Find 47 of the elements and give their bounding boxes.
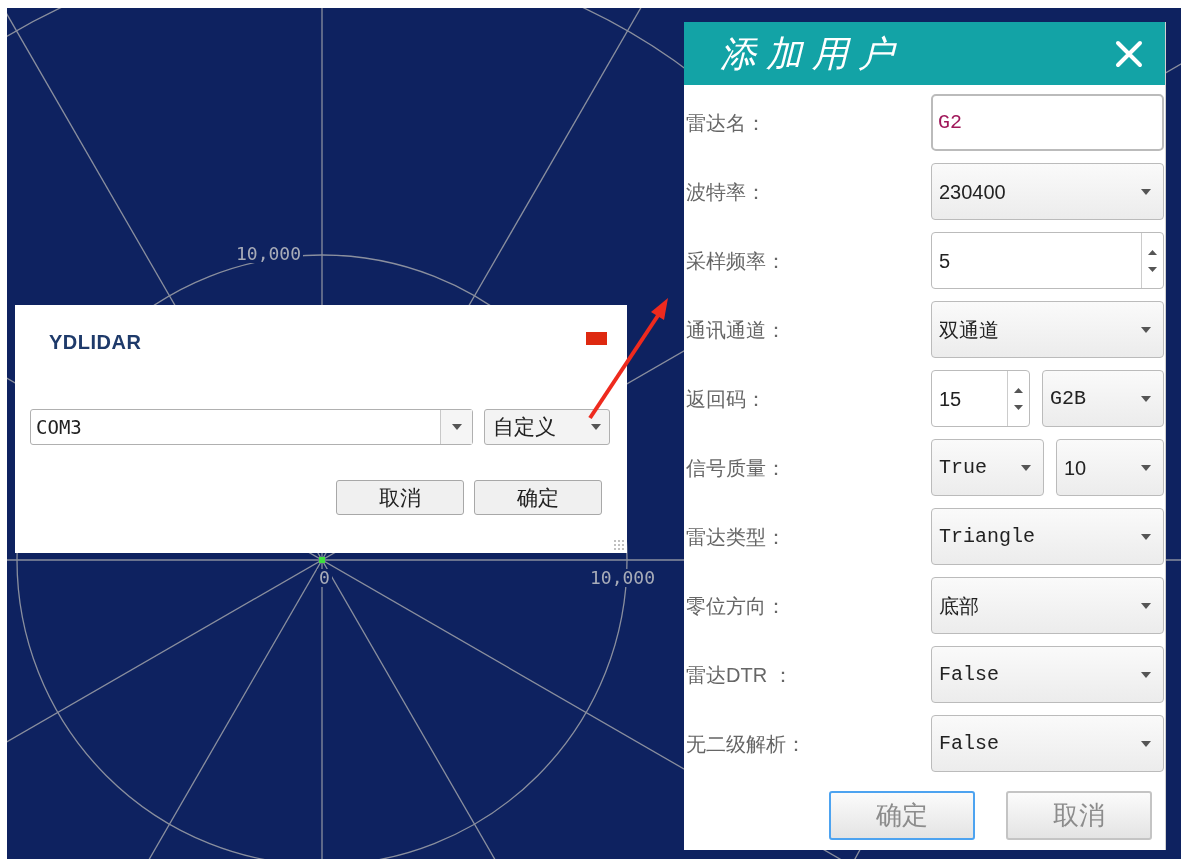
- mode-combo[interactable]: 自定义: [484, 409, 610, 445]
- center-marker: [319, 557, 325, 563]
- up-arrow-icon[interactable]: [1148, 249, 1157, 255]
- caret-icon: [1141, 671, 1151, 678]
- field-label: 返回码：: [685, 386, 767, 412]
- up-arrow-icon[interactable]: [1014, 387, 1023, 393]
- field-label: 波特率：: [685, 179, 767, 205]
- dropdown[interactable]: G2B: [1042, 370, 1164, 427]
- spin-box[interactable]: 5: [931, 232, 1164, 289]
- dropdown[interactable]: True: [931, 439, 1044, 496]
- close-icon[interactable]: [1115, 39, 1143, 68]
- field-label: 雷达DTR ：: [685, 662, 794, 688]
- window-title: 添加用户: [720, 31, 904, 76]
- field-label: 雷达名：: [685, 110, 767, 136]
- spin-box[interactable]: 15: [931, 370, 1030, 427]
- dropdown[interactable]: False: [931, 646, 1164, 703]
- resize-grip[interactable]: [613, 539, 625, 551]
- dropdown[interactable]: False: [931, 715, 1164, 772]
- field-label: 雷达类型：: [685, 524, 787, 550]
- caret-icon: [1141, 464, 1151, 471]
- caret-icon: [1141, 395, 1151, 402]
- caret-icon: [1141, 533, 1151, 540]
- field-label: 无二级解析：: [685, 731, 807, 757]
- port-combo[interactable]: COM3: [30, 409, 473, 445]
- caret-icon: [451, 424, 462, 430]
- caret-icon: [1141, 326, 1151, 333]
- field-label: 信号质量：: [685, 455, 787, 481]
- logo: YDLIDAR: [49, 330, 142, 355]
- down-arrow-icon[interactable]: [1148, 266, 1157, 272]
- dialog-button[interactable]: 确定: [474, 480, 602, 515]
- dropdown[interactable]: 底部: [931, 577, 1164, 634]
- field-label: 零位方向：: [685, 593, 787, 619]
- dropdown[interactable]: 230400: [931, 163, 1164, 220]
- field-label: 采样频率：: [685, 248, 787, 274]
- down-arrow-icon[interactable]: [1014, 404, 1023, 410]
- caret-icon: [591, 424, 601, 430]
- caret-icon: [1141, 602, 1151, 609]
- caret-icon: [1141, 188, 1151, 195]
- dropdown[interactable]: Triangle: [931, 508, 1164, 565]
- dialog-button[interactable]: 取消: [336, 480, 464, 515]
- caret-icon: [1021, 464, 1031, 471]
- axis-label: 0: [317, 569, 332, 587]
- caret-icon: [1141, 740, 1151, 747]
- field-label: 通讯通道：: [685, 317, 787, 343]
- dropdown[interactable]: 10: [1056, 439, 1164, 496]
- dropdown[interactable]: 双通道: [931, 301, 1164, 358]
- text-field[interactable]: G2: [931, 94, 1164, 151]
